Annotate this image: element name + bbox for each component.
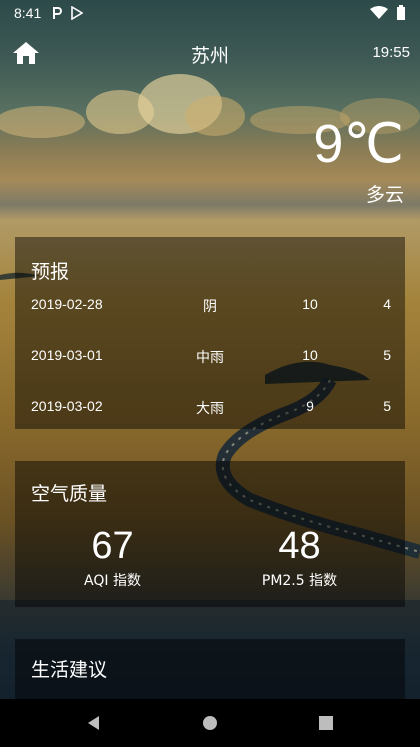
recents-square-icon[interactable] [316, 713, 336, 733]
forecast-min-temp: 5 [383, 398, 391, 414]
play-store-icon [71, 6, 84, 20]
wifi-icon [370, 6, 388, 19]
forecast-row: 2019-03-02 大雨 9 5 [15, 398, 405, 418]
back-icon[interactable] [84, 713, 104, 733]
aqi-title: 空气质量 [31, 483, 108, 505]
forecast-max-temp: 10 [302, 347, 318, 363]
suggestion-card: 生活建议 [15, 639, 405, 699]
forecast-date: 2019-03-01 [31, 347, 103, 363]
forecast-min-temp: 4 [383, 296, 391, 312]
forecast-max-temp: 9 [306, 398, 314, 414]
title-bar: 苏州 19:55 [0, 30, 420, 76]
aqi-label: AQI 指数 [84, 573, 141, 589]
forecast-date: 2019-02-28 [31, 296, 103, 312]
forecast-min-temp: 5 [383, 347, 391, 363]
forecast-date: 2019-03-02 [31, 398, 103, 414]
battery-icon [397, 5, 405, 20]
forecast-title: 预报 [31, 261, 70, 283]
current-temperature: 9℃ [313, 114, 404, 174]
pm25-label: PM2.5 指数 [261, 573, 338, 589]
forecast-info: 阴 [203, 299, 217, 315]
pm25-block: 48 PM2.5 指数 [202, 525, 397, 590]
forecast-max-temp: 10 [302, 296, 318, 312]
pm25-value: 48 [278, 525, 321, 567]
status-time: 8:41 [14, 5, 42, 21]
parking-icon [53, 7, 63, 19]
aqi-block: 67 AQI 指数 [15, 525, 210, 590]
navigation-bar [0, 699, 420, 747]
forecast-row: 2019-03-01 中雨 10 5 [15, 347, 405, 367]
status-bar: 8:41 [0, 0, 420, 26]
forecast-row: 2019-02-28 阴 10 4 [15, 296, 405, 316]
aqi-card: 空气质量 67 AQI 指数 48 PM2.5 指数 [15, 461, 405, 607]
current-weather-info: 多云 [365, 184, 404, 206]
forecast-card: 预报 2019-02-28 阴 10 4 2019-03-01 中雨 10 5 … [15, 237, 405, 429]
city-title: 苏州 [190, 45, 229, 67]
forecast-info: 中雨 [196, 350, 224, 366]
update-time: 19:55 [372, 44, 410, 61]
home-circle-icon[interactable] [200, 713, 220, 733]
forecast-info: 大雨 [196, 401, 224, 417]
aqi-value: 67 [91, 525, 134, 567]
suggestion-title: 生活建议 [31, 659, 108, 681]
